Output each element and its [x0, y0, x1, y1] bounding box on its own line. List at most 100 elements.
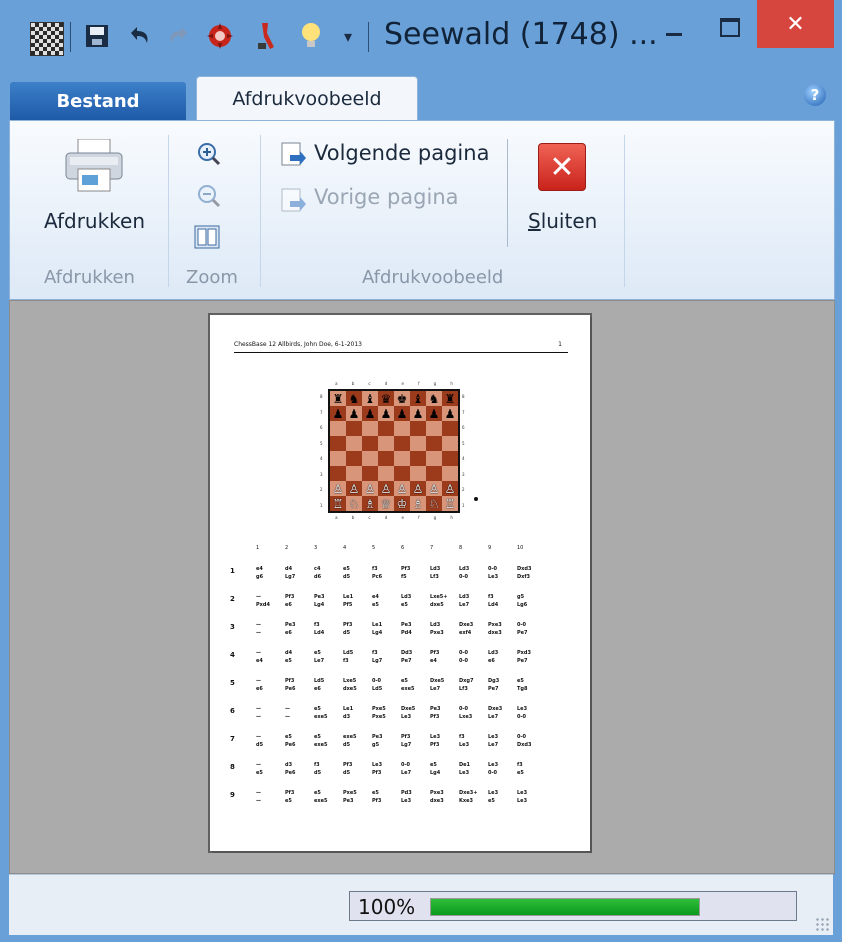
customize-dropdown-icon[interactable]: ▾ [338, 18, 358, 54]
board-square: ♗ [362, 496, 378, 511]
move-cell: Pxe3 dxe3 [430, 789, 444, 805]
progress-bar-fill [431, 899, 699, 915]
move-text: e5 [517, 770, 524, 776]
move-text: Lxe3 [459, 714, 473, 720]
idea-icon[interactable] [296, 18, 326, 54]
board-square: ♞ [346, 391, 362, 406]
chess-board: ♜ ♞ ♝ ♛ ♚ ♝ ♞ ♜ ♟ ♟ ♟ ♟ ♟ ♟ ♟ ♟ ♙ ♙ ♙ ♙ ♙ ♙ ♙ ♙ ♖ ♘ ♗ ♕ ♔ ♗ ♘ ♖ [328, 389, 460, 513]
move-cell: e5 Le7 [314, 649, 324, 665]
rank-label: 6 [462, 425, 465, 431]
move-text: — [256, 594, 261, 600]
move-text: Pe3 [314, 594, 325, 600]
board-square: ♟ [362, 406, 378, 421]
move-cell: — e5 [256, 761, 263, 777]
move-cell: Le3 Le7 [488, 733, 498, 749]
move-text: Lf3 [430, 574, 439, 580]
close-window-button[interactable]: ✕ [757, 0, 834, 48]
move-text: — [256, 790, 261, 796]
chess-piece: ♟ [348, 406, 360, 421]
move-text: 0-0 [488, 566, 498, 572]
file-label: d [384, 515, 388, 520]
tools-icon[interactable] [250, 18, 280, 54]
move-text: Pe7 [517, 658, 528, 664]
move-cell: f3 Ld4 [488, 593, 498, 609]
move-cell: Dd3 Pe7 [401, 649, 412, 665]
board-square: ♟ [442, 406, 458, 421]
move-text: e5 [401, 602, 408, 608]
file-label: d [384, 381, 388, 386]
two-pages-icon[interactable] [194, 225, 220, 249]
print-button[interactable]: Afdrukken [36, 131, 156, 251]
move-text: Pxe3 [488, 622, 502, 628]
move-text: d6 [314, 574, 322, 580]
move-text: f3 [372, 650, 378, 656]
move-text: Ld4 [314, 630, 325, 636]
preview-page: ChessBase 12 Allbirds, John Doe, 6-1-201… [210, 315, 590, 851]
maximize-button[interactable] [704, 0, 756, 50]
save-icon[interactable] [82, 18, 112, 54]
move-cell: 0-0 Le7 [401, 761, 411, 777]
board-square: ♝ [362, 391, 378, 406]
print-preview-area[interactable]: ChessBase 12 Allbirds, John Doe, 6-1-201… [9, 300, 835, 874]
move-row-number: 1 [230, 567, 235, 575]
move-text: g5 [517, 594, 525, 600]
previous-page-button[interactable]: Vorige pagina [314, 185, 459, 209]
move-text: Le3 [488, 762, 499, 768]
chess-piece: ♙ [412, 481, 424, 496]
move-cell: — e6 [256, 677, 263, 693]
move-text: Dd3 [401, 650, 413, 656]
redo-icon[interactable] [164, 18, 194, 54]
move-text: d4 [285, 566, 293, 572]
board-square: ♝ [410, 391, 426, 406]
undo-icon[interactable] [124, 18, 154, 54]
move-column-header: 4 [343, 545, 347, 551]
move-cell: Pe3 Pd4 [401, 621, 412, 637]
move-row: 9— — Pf3 e5 e5 exe5 Pxe5 Pe3 e5 Pf3 Pd3 Le3 Pxe3 dxe3… [230, 787, 570, 815]
move-text: Pf3 [372, 798, 382, 804]
board-square [410, 421, 426, 436]
move-text: Pf5 [343, 602, 353, 608]
move-row: 5— e6 Pf3 Pe6 Ld5 e6 Lxe5 dxe5 0-0 Ld5 e5 exe5 Dxe5 L… [230, 675, 570, 703]
move-cell: e4 e5 [372, 593, 379, 609]
title-separator [368, 22, 369, 52]
move-cell: e5 Pf3 [372, 789, 381, 805]
rank-label: 7 [462, 409, 465, 415]
zoom-group-label: Zoom [186, 267, 238, 288]
move-cell: — — [256, 789, 261, 805]
move-text: Pe3 [343, 798, 354, 804]
preview-group-label: Afdrukvoobeeld [362, 267, 504, 288]
chess-piece: ♟ [428, 406, 440, 421]
resize-grip-icon[interactable] [815, 917, 829, 931]
move-cell: g5 Lg6 [517, 593, 527, 609]
move-text: Pf3 [285, 594, 295, 600]
board-square: ♛ [378, 391, 394, 406]
file-label: a [335, 515, 338, 520]
app-board-icon[interactable] [30, 22, 64, 56]
minimize-button[interactable] [648, 0, 700, 50]
chess-piece: ♕ [380, 496, 392, 511]
move-text: Le3 [517, 798, 528, 804]
engine-icon[interactable] [204, 18, 236, 54]
help-icon[interactable]: ? [804, 84, 826, 106]
board-square: ♚ [394, 391, 410, 406]
chess-piece: ♙ [348, 481, 360, 496]
next-page-button[interactable]: Volgende pagina [314, 141, 489, 165]
tab-file[interactable]: Bestand [10, 82, 186, 120]
move-cell: Le3 Pf3 [372, 761, 382, 777]
chess-piece: ♜ [332, 391, 344, 406]
move-text: e5 [314, 790, 321, 796]
zoom-in-icon[interactable] [196, 141, 222, 167]
tab-print-preview[interactable]: Afdrukvoobeeld [196, 76, 418, 121]
move-cell: Le1 Pf5 [343, 593, 353, 609]
move-text: Le3 [488, 734, 499, 740]
move-row-number: 7 [230, 735, 235, 743]
move-text: Lg7 [372, 658, 383, 664]
move-text: Dxd3 [517, 742, 532, 748]
move-text: De1 [459, 762, 471, 768]
move-cell: Pf3 e5 [285, 789, 294, 805]
board-square: ♜ [330, 391, 346, 406]
zoom-out-icon[interactable] [196, 183, 222, 209]
chess-piece: ♟ [412, 406, 424, 421]
move-text: Ld3 [459, 566, 470, 572]
close-preview-button[interactable]: Sluiten [528, 209, 597, 233]
